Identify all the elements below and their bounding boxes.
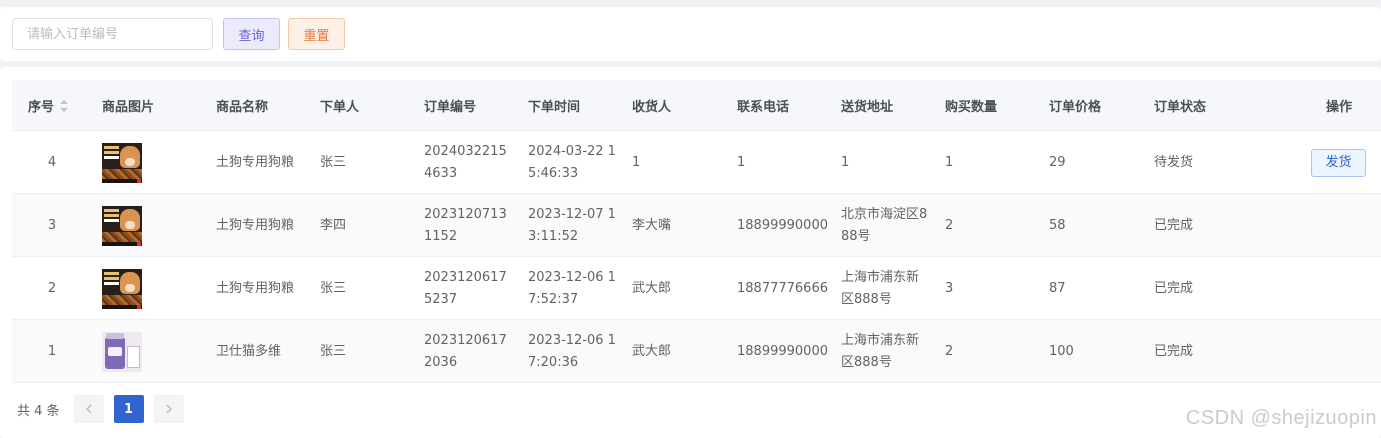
column-header-phone: 联系电话 xyxy=(737,100,790,115)
search-panel: 查询 重置 xyxy=(0,7,1381,61)
cell-address: 1 xyxy=(841,154,850,170)
cell-quantity: 2 xyxy=(945,343,954,359)
cell-order-no: 20231206172036 xyxy=(424,332,507,370)
column-header-buyer: 下单人 xyxy=(320,100,360,115)
cell-buyer: 张三 xyxy=(320,154,347,170)
reset-button[interactable]: 重置 xyxy=(288,18,345,50)
table-row: 1 卫仕猫多维 张三 20231206172036 2023-12-06 17:… xyxy=(12,320,1381,383)
cell-address: 上海市浦东新区888号 xyxy=(841,269,920,307)
cell-buyer: 李四 xyxy=(320,217,347,233)
table-row: 3 土狗专用狗粮 李四 20231207131152 2023-12-07 13… xyxy=(12,194,1381,257)
cell-status: 已完成 xyxy=(1154,343,1194,359)
cell-image xyxy=(102,131,162,194)
prev-page-button[interactable] xyxy=(73,395,104,423)
cat-vitamin-image xyxy=(102,331,142,372)
cell-status: 待发货 xyxy=(1154,154,1194,170)
cell-order-no: 20231206175237 xyxy=(424,269,507,307)
cell-image xyxy=(102,257,162,320)
cell-image xyxy=(102,320,162,383)
cell-order-no: 20231207131152 xyxy=(424,206,507,244)
cell-index: 4 xyxy=(47,154,57,170)
cell-product: 土狗专用狗粮 xyxy=(216,217,295,233)
column-header-receiver: 收货人 xyxy=(632,100,672,115)
column-header-product: 商品名称 xyxy=(216,100,269,115)
cell-buyer: 张三 xyxy=(320,343,347,359)
orders-table-panel: 序号 商品图片 商品名称 下单人 订单编号 下单时间 收货人 联系电话 送货地址… xyxy=(0,67,1381,438)
cell-index: 2 xyxy=(47,280,57,296)
cell-time: 2024-03-22 15:46:33 xyxy=(528,143,616,181)
table-row: 4 土狗专用狗粮 张三 20240322154633 2024-03-22 15… xyxy=(12,131,1381,194)
pagination: 共 4 条 1 xyxy=(17,395,194,423)
dog-food-image xyxy=(102,268,142,309)
cell-price: 87 xyxy=(1049,280,1066,296)
order-number-search-input[interactable] xyxy=(12,18,213,50)
column-header-actions: 操作 xyxy=(1326,100,1353,115)
chevron-right-icon xyxy=(166,404,172,414)
chevron-left-icon xyxy=(85,404,92,414)
next-page-button[interactable] xyxy=(153,395,184,423)
csdn-watermark: CSDN @shejizuopin xyxy=(1185,407,1377,429)
cell-quantity: 2 xyxy=(945,217,954,233)
sort-icon[interactable] xyxy=(60,99,69,112)
cell-product: 土狗专用狗粮 xyxy=(216,154,295,170)
cell-receiver: 武大郎 xyxy=(632,343,672,359)
cell-receiver: 武大郎 xyxy=(632,280,672,296)
column-header-image: 商品图片 xyxy=(102,100,155,115)
cell-time: 2023-12-06 17:52:37 xyxy=(528,269,616,307)
total-count: 共 4 条 xyxy=(17,403,60,419)
cell-price: 58 xyxy=(1049,217,1066,233)
cell-quantity: 3 xyxy=(945,280,954,296)
dog-food-image xyxy=(102,205,142,246)
cell-image xyxy=(102,194,162,257)
cell-status: 已完成 xyxy=(1154,280,1194,296)
cell-receiver: 1 xyxy=(632,154,641,170)
cell-phone: 1 xyxy=(737,154,746,170)
cell-status: 已完成 xyxy=(1154,217,1194,233)
table-header: 序号 商品图片 商品名称 下单人 订单编号 下单时间 收货人 联系电话 送货地址… xyxy=(12,80,1381,131)
cell-address: 上海市浦东新区888号 xyxy=(841,332,920,370)
cell-time: 2023-12-07 13:11:52 xyxy=(528,206,616,244)
column-header-quantity: 购买数量 xyxy=(945,100,998,115)
table-row: 2 土狗专用狗粮 张三 20231206175237 2023-12-06 17… xyxy=(12,257,1381,320)
cell-actions: 发货 xyxy=(1311,131,1371,194)
page-number-button[interactable]: 1 xyxy=(113,395,144,423)
cell-price: 29 xyxy=(1049,154,1066,170)
cell-quantity: 1 xyxy=(945,154,954,170)
cell-order-no: 20240322154633 xyxy=(424,143,507,181)
column-header-index[interactable]: 序号 xyxy=(28,80,69,131)
column-header-price: 订单价格 xyxy=(1049,100,1102,115)
cell-receiver: 李大嘴 xyxy=(632,217,672,233)
cell-phone: 18899990000 xyxy=(737,343,828,359)
cell-phone: 18899990000 xyxy=(737,217,828,233)
cell-address: 北京市海淀区888号 xyxy=(841,206,928,244)
cell-product: 卫仕猫多维 xyxy=(216,343,282,359)
column-header-order-no: 订单编号 xyxy=(424,100,477,115)
cell-index: 1 xyxy=(47,343,57,359)
cell-index: 3 xyxy=(47,217,57,233)
ship-button[interactable]: 发货 xyxy=(1311,148,1366,177)
column-header-address: 送货地址 xyxy=(841,100,894,115)
cell-phone: 18877776666 xyxy=(737,280,828,296)
cell-time: 2023-12-06 17:20:36 xyxy=(528,332,616,370)
column-header-time: 下单时间 xyxy=(528,100,581,115)
column-header-status: 订单状态 xyxy=(1154,100,1207,115)
query-button[interactable]: 查询 xyxy=(223,18,280,50)
dog-food-image xyxy=(102,142,142,183)
cell-buyer: 张三 xyxy=(320,280,347,296)
cell-product: 土狗专用狗粮 xyxy=(216,280,295,296)
cell-price: 100 xyxy=(1049,343,1074,359)
